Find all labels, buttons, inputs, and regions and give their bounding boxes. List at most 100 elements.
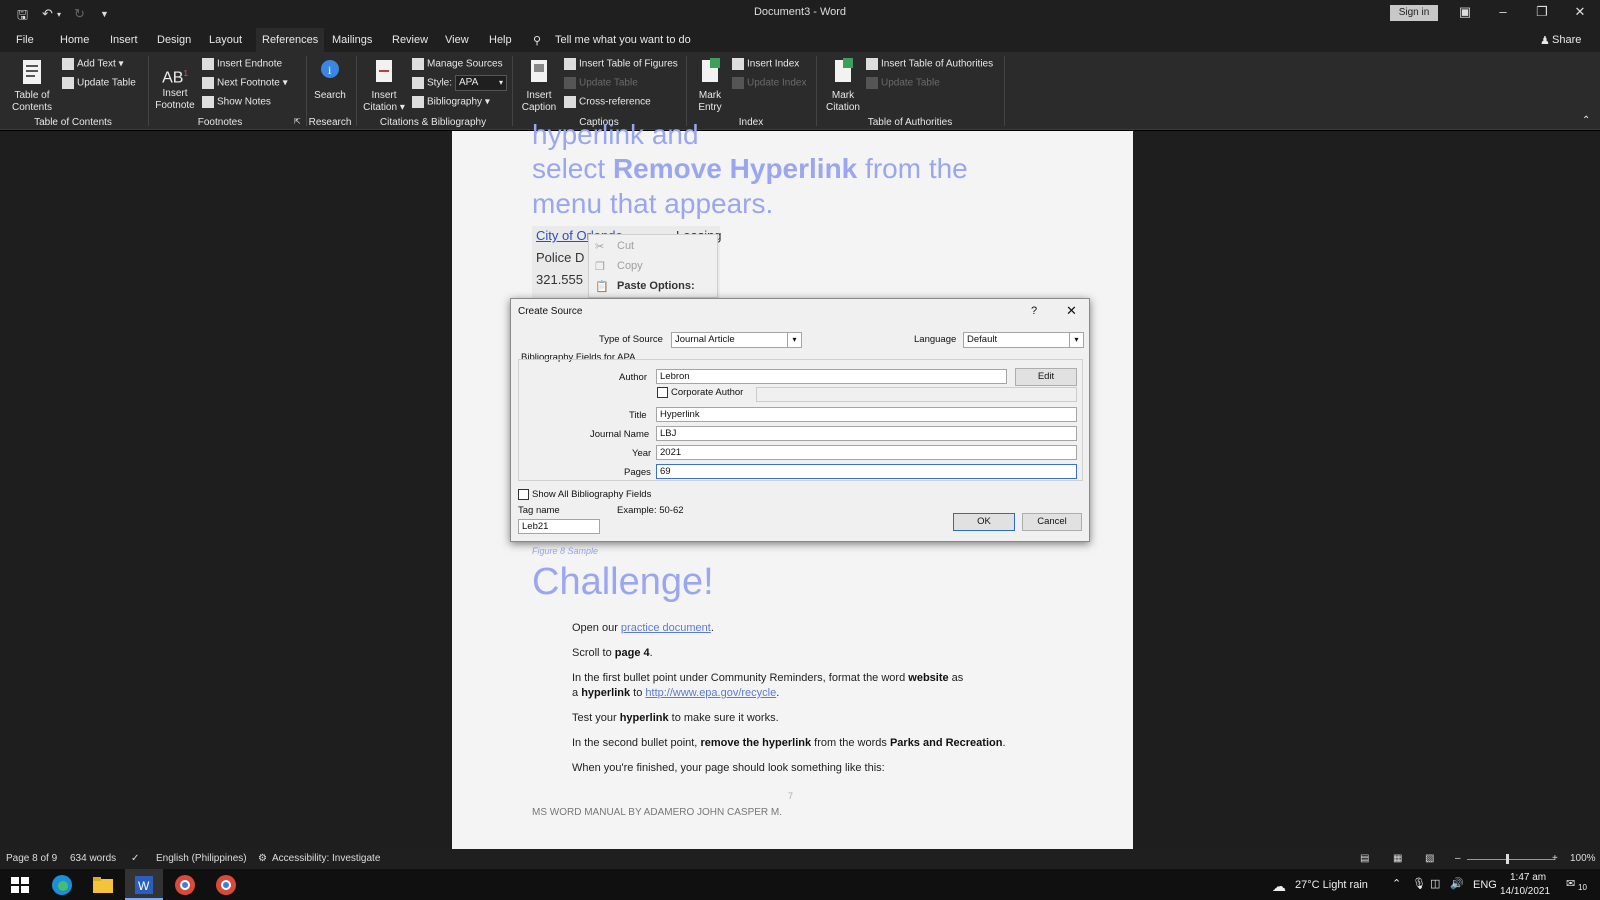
corporate-author-field[interactable]: [756, 387, 1077, 402]
title-field[interactable]: Hyperlink: [656, 407, 1077, 422]
tell-me-search[interactable]: Tell me what you want to do: [555, 34, 691, 46]
network-icon[interactable]: ◫: [1430, 877, 1440, 890]
minimize-icon[interactable]: –: [1488, 4, 1518, 19]
tab-design[interactable]: Design: [157, 34, 191, 46]
journal-name-field[interactable]: LBJ: [656, 426, 1077, 441]
zoom-out-icon[interactable]: –: [1455, 853, 1461, 864]
mark-citation-icon: [835, 58, 853, 82]
tab-references[interactable]: References: [256, 28, 325, 52]
zoom-slider-thumb[interactable]: [1506, 854, 1509, 864]
context-cut[interactable]: Cut: [617, 240, 634, 252]
show-all-fields-checkbox[interactable]: [518, 489, 529, 500]
tab-file[interactable]: File: [16, 34, 34, 46]
web-layout-icon[interactable]: ▧: [1425, 853, 1434, 864]
proofing-icon[interactable]: ✓: [131, 853, 139, 864]
title-label: Title: [629, 410, 647, 421]
edge-icon[interactable]: [50, 873, 74, 897]
tab-layout[interactable]: Layout: [209, 34, 242, 46]
volume-icon[interactable]: 🔊: [1450, 877, 1464, 890]
context-copy[interactable]: Copy: [617, 260, 643, 272]
microphone-icon[interactable]: 🎙: [1412, 877, 1426, 890]
ribbon-display-options-icon[interactable]: ▣: [1450, 4, 1480, 20]
chrome-icon[interactable]: [173, 873, 197, 897]
language-status[interactable]: English (Philippines): [156, 853, 247, 864]
word-count[interactable]: 634 words: [70, 853, 116, 864]
dialog-close-icon[interactable]: ✕: [1066, 303, 1077, 319]
weather-text[interactable]: 27°C Light rain: [1295, 879, 1368, 891]
input-language[interactable]: ENG: [1473, 879, 1497, 891]
practice-document-link[interactable]: practice document: [621, 622, 711, 634]
tab-help[interactable]: Help: [489, 34, 512, 46]
insert-citation-button[interactable]: Insert Citation ▾: [360, 58, 408, 114]
clock-date[interactable]: 14/10/2021: [1500, 886, 1550, 897]
show-hidden-icons-icon[interactable]: ⌃: [1392, 877, 1401, 890]
add-text-button[interactable]: Add Text ▾: [62, 58, 124, 70]
update-table-button[interactable]: Update Table: [62, 77, 136, 89]
style-select[interactable]: APA ▾: [455, 75, 507, 91]
ok-button[interactable]: OK: [953, 513, 1015, 531]
accessibility-status[interactable]: Accessibility: Investigate: [272, 853, 380, 864]
para-scroll: Scroll to page 4.: [572, 647, 653, 659]
read-mode-icon[interactable]: ▤: [1360, 853, 1369, 864]
tab-view[interactable]: View: [445, 34, 469, 46]
restore-icon[interactable]: ❐: [1527, 4, 1557, 20]
mark-entry-button[interactable]: Mark Entry: [690, 58, 730, 114]
chrome-profile-icon[interactable]: [214, 873, 238, 897]
file-explorer-icon[interactable]: [91, 873, 115, 897]
insert-caption-button[interactable]: Insert Caption: [516, 58, 562, 114]
year-field[interactable]: 2021: [656, 445, 1077, 460]
insert-table-of-authorities-button[interactable]: Insert Table of Authorities: [866, 58, 993, 70]
tag-name-field[interactable]: Leb21: [518, 519, 600, 534]
share-button[interactable]: Share: [1552, 34, 1581, 46]
insert-table-of-figures-button[interactable]: Insert Table of Figures: [564, 58, 678, 70]
type-of-source-select[interactable]: Journal Article ▾: [671, 332, 802, 348]
clock-time[interactable]: 1:47 am: [1510, 872, 1546, 883]
update-table-icon: [564, 77, 576, 89]
language-select[interactable]: Default ▾: [963, 332, 1084, 348]
manage-sources-button[interactable]: Manage Sources: [412, 58, 503, 70]
dialog-title: Create Source: [518, 306, 583, 317]
update-table-label: Update Table: [77, 77, 136, 89]
collapse-ribbon-icon[interactable]: ⌃: [1582, 115, 1590, 126]
para-test-pre: Test your: [572, 712, 620, 724]
zoom-in-icon[interactable]: +: [1552, 853, 1558, 864]
close-icon[interactable]: ✕: [1565, 4, 1595, 20]
pages-field[interactable]: 69: [656, 464, 1077, 479]
page-count[interactable]: Page 8 of 9: [6, 853, 57, 864]
tab-review[interactable]: Review: [392, 34, 428, 46]
update-table-authorities-button[interactable]: Update Table: [866, 77, 940, 89]
sign-in-button[interactable]: Sign in: [1390, 5, 1438, 21]
insert-index-button[interactable]: Insert Index: [732, 58, 799, 70]
cancel-button[interactable]: Cancel: [1022, 513, 1082, 531]
share-icon[interactable]: ♟: [1540, 34, 1550, 47]
print-layout-icon[interactable]: ▦: [1393, 853, 1402, 864]
footnotes-dialog-launcher-icon[interactable]: ⇱: [294, 117, 301, 126]
zoom-level[interactable]: 100%: [1570, 853, 1596, 864]
next-footnote-button[interactable]: Next Footnote ▾: [202, 77, 288, 89]
tab-mailings[interactable]: Mailings: [332, 34, 372, 46]
weather-icon[interactable]: ☁: [1272, 878, 1286, 895]
show-notes-button[interactable]: Show Notes: [202, 96, 271, 108]
ribbon-tabs: File Home Insert Design Layout Reference…: [0, 28, 1600, 52]
corporate-author-checkbox[interactable]: [657, 387, 668, 398]
windows-start-icon[interactable]: [8, 873, 32, 897]
edit-author-button[interactable]: Edit: [1015, 368, 1077, 386]
notifications-icon[interactable]: ✉: [1566, 877, 1575, 890]
tab-insert[interactable]: Insert: [110, 34, 138, 46]
help-icon[interactable]: ?: [1031, 305, 1037, 317]
author-field[interactable]: Lebron: [656, 369, 1007, 384]
insert-footnote-button[interactable]: AB1 Insert Footnote: [152, 60, 198, 112]
para-format-2: a hyperlink to http://www.epa.gov/recycl…: [572, 687, 779, 699]
update-index-button[interactable]: Update Index: [732, 77, 807, 89]
search-button[interactable]: i Search: [310, 58, 350, 102]
update-table-figures-button[interactable]: Update Table: [564, 77, 638, 89]
zoom-slider[interactable]: [1467, 859, 1555, 860]
notification-count: 10: [1578, 883, 1587, 892]
mark-citation-button[interactable]: Mark Citation: [820, 58, 866, 114]
bibliography-button[interactable]: Bibliography ▾: [412, 96, 490, 108]
cross-reference-button[interactable]: Cross-reference: [564, 96, 651, 108]
table-of-contents-button[interactable]: Table of Contents: [8, 58, 56, 114]
epa-recycle-link[interactable]: http://www.epa.gov/recycle: [645, 687, 776, 699]
insert-endnote-button[interactable]: Insert Endnote: [202, 58, 282, 70]
tab-home[interactable]: Home: [60, 34, 89, 46]
